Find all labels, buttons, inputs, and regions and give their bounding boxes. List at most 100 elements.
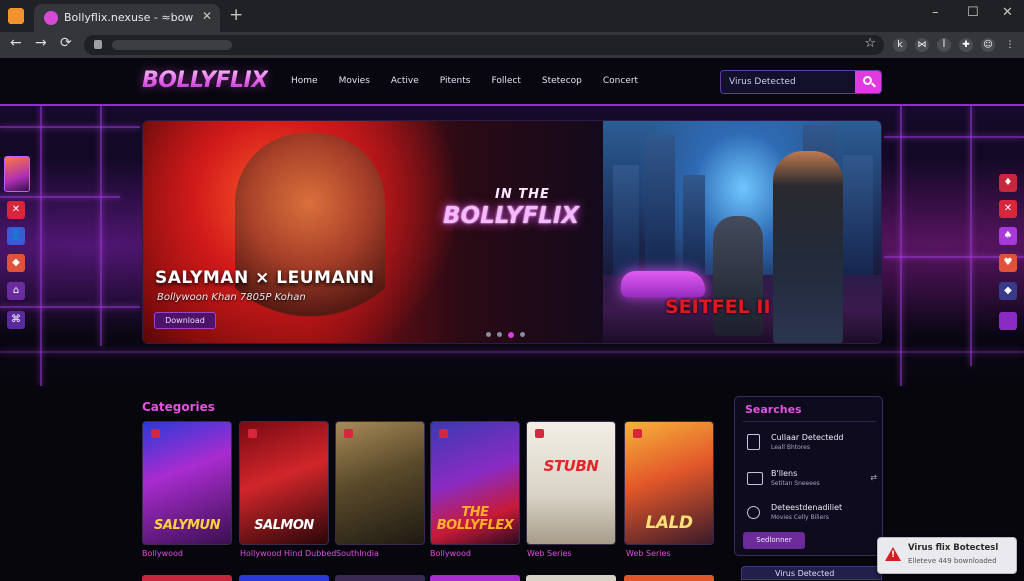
menu-icon[interactable]: ⋮ [1003, 38, 1017, 52]
divider [743, 421, 876, 422]
result-title: Deteestdenadiliet [771, 503, 843, 512]
hero-banner[interactable]: IN THE BOLLYFLIX SALYMAN × LEUMANN Bolly… [142, 120, 882, 344]
slide-dot[interactable] [520, 332, 525, 337]
monitor-icon [747, 472, 763, 485]
site-header: BOLLYFLIX Home Movies Active Pitents Fol… [0, 58, 1024, 106]
search-input[interactable] [729, 75, 847, 89]
profile-icon[interactable]: ☺ [981, 38, 995, 52]
result-subtitle: Leall Bhtores [771, 444, 810, 451]
extension-icon[interactable]: ✚ [959, 38, 973, 52]
slide-dot[interactable] [486, 332, 491, 337]
category-card-next-row[interactable] [142, 575, 232, 581]
searches-button[interactable]: Sedlonner [743, 532, 805, 549]
close-icon[interactable]: ✕ [999, 200, 1017, 218]
hero-actor-image [773, 151, 843, 343]
neon-line [0, 306, 140, 308]
category-card[interactable]: SALMON [239, 421, 329, 545]
neon-line [0, 196, 120, 198]
badge-icon[interactable]: ◆ [7, 254, 25, 272]
category-label[interactable]: Bollywood [430, 549, 471, 558]
close-icon[interactable]: ✕ [7, 201, 25, 219]
lock-icon[interactable] [94, 40, 102, 49]
nav-item-active[interactable]: Active [391, 76, 419, 86]
nav-item-stetecop[interactable]: Stetecop [542, 76, 582, 86]
category-card[interactable]: LALD [624, 421, 714, 545]
site-logo[interactable]: BOLLYFLIX [142, 68, 268, 93]
category-card-next-row[interactable] [526, 575, 616, 581]
home-icon[interactable]: ⌂ [7, 282, 25, 300]
virus-warning-toast[interactable]: ! Virus flix Botectesl Elleteve 449 bown… [877, 537, 1017, 574]
site-favicon-icon [44, 11, 58, 25]
spade-icon[interactable]: ♠ [999, 227, 1017, 245]
warning-icon: ! [885, 547, 901, 561]
badge-icon [248, 429, 257, 438]
back-icon[interactable]: ← [10, 35, 22, 51]
badge-icon [535, 429, 544, 438]
maximize-icon[interactable]: ☐ [967, 5, 979, 20]
slide-dot[interactable] [497, 332, 502, 337]
card-art-title: SALYMUN [154, 518, 220, 533]
search-result-item[interactable]: B'llens Setitan Sneeees ⇄ [747, 469, 877, 495]
bookmark-star-icon[interactable]: ☆ [864, 36, 876, 51]
category-card-next-row[interactable] [239, 575, 329, 581]
nav-item-concert[interactable]: Concert [603, 76, 638, 86]
command-icon[interactable]: ⌘ [7, 311, 25, 329]
searches-panel: Searches Cullaar Detectedd Leall Bhtores… [734, 396, 883, 556]
result-subtitle: Movies Celly Biliers [771, 514, 829, 521]
category-label[interactable]: Web Series [527, 549, 572, 558]
nav-item-follect[interactable]: Follect [491, 76, 520, 86]
search-button[interactable] [855, 71, 881, 93]
search-result-item[interactable]: Deteestdenadiliet Movies Celly Biliers [747, 503, 877, 529]
arrow-icon: ⇄ [870, 473, 877, 482]
hero-actor-image [235, 133, 385, 333]
extension-icon[interactable]: ⋈ [915, 38, 929, 52]
category-card-next-row[interactable] [430, 575, 520, 581]
browser-tab-active[interactable]: Bollyflix.nexuse - ≈bownloaded ✕ [34, 4, 220, 32]
download-button[interactable]: Download [154, 312, 216, 329]
user-icon[interactable]: 👤 [7, 227, 25, 245]
forward-icon[interactable]: → [35, 35, 47, 51]
category-card-next-row[interactable] [335, 575, 425, 581]
main-nav: Home Movies Active Pitents Follect Stete… [291, 76, 659, 86]
category-card[interactable]: STUBN [526, 421, 616, 545]
nav-item-pitents[interactable]: Pitents [440, 76, 471, 86]
category-card[interactable] [335, 421, 425, 545]
category-label[interactable]: SouthIndia [336, 549, 379, 558]
nav-item-movies[interactable]: Movies [339, 76, 370, 86]
close-icon[interactable]: ✕ [202, 9, 212, 23]
side-thumbnail[interactable] [4, 156, 30, 192]
pinned-tab-icon[interactable] [8, 8, 24, 24]
category-label[interactable]: Bollywood [142, 549, 183, 558]
hero-brand: BOLLYFLIX [443, 203, 580, 229]
card-art-title: STUBN [543, 457, 599, 475]
category-card[interactable]: THE BOLLYFLEX [430, 421, 520, 545]
hero-title: SALYMAN × LEUMANN [155, 268, 375, 288]
virus-detected-bar[interactable]: Virus Detected [741, 566, 882, 580]
diamond-icon[interactable]: ◆ [999, 282, 1017, 300]
category-label[interactable]: Hollywood Hind Dubbed [240, 549, 336, 558]
extension-icon[interactable]: ꟾ [937, 38, 951, 52]
minimize-icon[interactable]: – [932, 5, 939, 20]
nav-item-home[interactable]: Home [291, 76, 318, 86]
virus-detected-label: Virus Detected [775, 569, 835, 578]
browser-tab-strip: Bollyflix.nexuse - ≈bownloaded ✕ + – ☐ ✕ [0, 0, 1024, 32]
extension-icon[interactable]: k [893, 38, 907, 52]
searches-heading: Searches [745, 403, 802, 416]
category-label[interactable]: Web Series [626, 549, 671, 558]
site-search [720, 70, 882, 94]
reload-icon[interactable]: ⟳ [60, 35, 72, 51]
new-tab-icon[interactable]: + [229, 5, 243, 25]
heart-icon[interactable]: ♥ [999, 254, 1017, 272]
neon-line [100, 106, 102, 346]
category-card[interactable]: SALYMUN [142, 421, 232, 545]
slide-dot-active[interactable] [508, 331, 514, 338]
search-result-item[interactable]: Cullaar Detectedd Leall Bhtores [747, 433, 877, 459]
badge-icon [151, 429, 160, 438]
category-card-next-row[interactable] [624, 575, 714, 581]
window-close-icon[interactable]: ✕ [1002, 5, 1013, 20]
neon-line [884, 136, 1024, 138]
gem-icon[interactable] [999, 312, 1017, 330]
address-bar[interactable]: ☆ [84, 35, 884, 55]
diamond-icon[interactable]: ♦ [999, 174, 1017, 192]
neon-line [40, 106, 42, 386]
